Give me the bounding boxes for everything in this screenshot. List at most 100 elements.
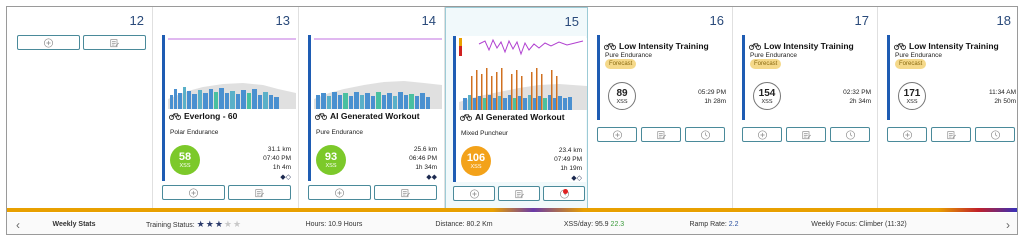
add-workout-button[interactable] <box>453 186 495 201</box>
weekly-stats-title: Weekly Stats <box>52 221 96 228</box>
workout-duration: 2h 34m <box>849 98 871 105</box>
day-column[interactable]: 16 Low Intensity Training Pure Endurance… <box>588 7 733 209</box>
xss-score: 58 XSS <box>170 145 200 175</box>
workout-title-text: Low Intensity Training <box>909 41 999 51</box>
edit-notes-icon <box>255 188 264 197</box>
planned-workout-card[interactable]: Low Intensity Training Pure Endurance Fo… <box>597 35 730 120</box>
weekly-distance: Distance: 80.2 Km <box>435 221 493 228</box>
xss-value: 89 <box>616 88 628 99</box>
day-column[interactable]: 13 Everlong - 60 Polar Endurance 58 XSS <box>153 7 299 209</box>
schedule-button[interactable] <box>975 127 1015 142</box>
workout-duration: 1h 4m <box>272 164 291 171</box>
edit-notes-icon <box>401 188 410 197</box>
workout-time: 05:29 PM <box>698 89 726 96</box>
workout-meta: 25.6 km 06:46 PM 1h 34m <box>409 145 437 172</box>
star-icon: ★ <box>223 219 233 229</box>
ramp-rate-value: 2.2 <box>728 221 739 228</box>
workout-card[interactable]: AI Generated Workout Mixed Puncheur 106 … <box>453 36 587 182</box>
workout-title: AI Generated Workout <box>460 112 565 122</box>
workout-time: 07:40 PM <box>263 155 291 162</box>
edit-notes-button[interactable] <box>786 127 826 142</box>
workout-title-text: Everlong - 60 <box>184 111 238 121</box>
xss-label: XSS <box>616 99 628 105</box>
xss-per-day-label: XSS/day: 95.9 <box>563 221 609 228</box>
ramp-rate: Ramp Rate: 2.2 <box>659 221 769 228</box>
workout-card[interactable]: Everlong - 60 Polar Endurance 58 XSS 31.… <box>162 35 296 181</box>
day-column[interactable]: 14 AI Generated Workout Pure Endurance 9… <box>299 7 445 209</box>
star-icon: ★ <box>205 219 215 229</box>
training-status-stars: ★★★★★ <box>197 219 242 229</box>
workout-type: Pure Endurance <box>895 52 942 59</box>
workout-distance: 25.6 km <box>413 146 437 153</box>
bicycle-icon <box>460 114 472 121</box>
workout-duration: 1h 28m <box>704 98 726 105</box>
day-number: 18 <box>996 13 1011 28</box>
workout-type: Polar Endurance <box>170 129 219 136</box>
day-column-selected[interactable]: 15 AI Generated Workout Mixed Puncheur 1… <box>445 7 588 209</box>
day-number: 12 <box>129 13 144 28</box>
plus-circle-icon <box>612 130 622 139</box>
ramp-rate-label: Ramp Rate: <box>689 221 727 228</box>
workout-time: 06:46 PM <box>409 155 437 162</box>
edit-notes-icon <box>656 130 666 139</box>
add-workout-button[interactable] <box>308 185 371 200</box>
notification-dot <box>563 189 568 194</box>
add-workout-button[interactable] <box>162 185 225 200</box>
workout-card[interactable]: AI Generated Workout Pure Endurance 93 X… <box>308 35 442 181</box>
edit-notes-button[interactable] <box>498 186 540 201</box>
workout-time: 07:49 PM <box>554 156 582 163</box>
day-column[interactable]: 12 <box>7 7 153 209</box>
bicycle-icon <box>749 43 761 50</box>
analysis-button[interactable] <box>543 186 585 201</box>
plus-circle-icon <box>757 130 767 139</box>
edit-notes-button[interactable] <box>641 127 681 142</box>
chevron-right-icon[interactable]: › <box>997 218 1017 232</box>
weekly-hours: Hours: 10.9 Hours <box>305 221 363 228</box>
rating-diamonds-icon: ◆◆ <box>426 174 437 181</box>
chevron-left-icon[interactable]: ‹ <box>7 218 29 232</box>
bicycle-icon <box>894 43 906 50</box>
add-workout-button[interactable] <box>887 127 927 142</box>
workout-title: Low Intensity Training <box>749 41 854 51</box>
workout-title: Low Intensity Training <box>604 41 709 51</box>
day-column[interactable]: 18 Low Intensity Training Pure Endurance… <box>878 7 1017 209</box>
star-icon: ★ <box>214 219 224 229</box>
xss-per-day: XSS/day: 95.9 22.3 <box>529 221 659 228</box>
workout-title: Everlong - 60 <box>169 111 237 121</box>
xss-score: 171 XSS <box>898 82 926 110</box>
workout-duration: 2h 50m <box>994 98 1016 105</box>
edit-notes-button[interactable] <box>931 127 971 142</box>
workout-title-text: AI Generated Workout <box>475 112 565 122</box>
forecast-badge: Forecast <box>605 59 637 69</box>
workout-title: AI Generated Workout <box>315 111 420 121</box>
plus-circle-icon <box>44 38 53 47</box>
add-workout-button[interactable] <box>597 127 637 142</box>
week-columns: 12 13 Everlong - 60 Polar Endurance 58 X… <box>7 7 1017 209</box>
add-workout-button[interactable] <box>17 35 80 50</box>
edit-notes-button[interactable] <box>374 185 437 200</box>
xss-label: XSS <box>761 99 773 105</box>
edit-notes-icon <box>514 189 524 198</box>
schedule-button[interactable] <box>830 127 870 142</box>
edit-notes-button[interactable] <box>228 185 291 200</box>
edit-notes-icon <box>110 38 119 47</box>
day-column[interactable]: 17 Low Intensity Training Pure Endurance… <box>733 7 878 209</box>
add-workout-button[interactable] <box>742 127 782 142</box>
edit-notes-button[interactable] <box>83 35 146 50</box>
workout-meta: 31.1 km 07:40 PM 1h 4m <box>263 145 291 172</box>
day-number: 15 <box>564 14 579 29</box>
planned-workout-card[interactable]: Low Intensity Training Pure Endurance Fo… <box>887 35 1017 120</box>
day-number: 14 <box>421 13 436 28</box>
planned-workout-card[interactable]: Low Intensity Training Pure Endurance Fo… <box>742 35 875 120</box>
xss-value: 106 <box>466 152 486 164</box>
workout-power-graph <box>459 38 587 110</box>
workout-title-text: Low Intensity Training <box>619 41 709 51</box>
workout-title-text: Low Intensity Training <box>764 41 854 51</box>
training-status-label: Training Status: <box>145 222 195 229</box>
xss-score: 89 XSS <box>608 82 636 110</box>
schedule-button[interactable] <box>685 127 725 142</box>
workout-power-graph <box>314 37 442 109</box>
xss-score: 154 XSS <box>753 82 781 110</box>
workout-duration: 1h 34m <box>415 164 437 171</box>
calendar-week-frame: 12 13 Everlong - 60 Polar Endurance 58 X… <box>6 6 1018 235</box>
